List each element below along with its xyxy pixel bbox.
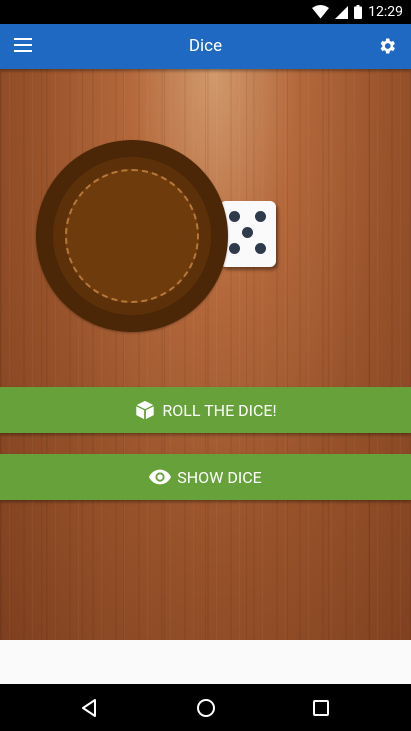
navigation-bar xyxy=(0,684,411,731)
roll-dice-button[interactable]: ROLL THE DICE! xyxy=(0,387,411,433)
die-pip xyxy=(242,227,253,238)
show-dice-button[interactable]: SHOW DICE xyxy=(0,454,411,500)
battery-icon xyxy=(354,5,363,19)
bottom-strip xyxy=(0,640,411,684)
settings-icon[interactable] xyxy=(377,36,397,56)
die-pip xyxy=(255,243,266,254)
status-icons: 12:29 xyxy=(312,0,403,24)
wifi-icon xyxy=(312,5,330,19)
die-pip xyxy=(255,211,266,222)
recents-icon[interactable] xyxy=(309,696,333,720)
show-dice-label: SHOW DICE xyxy=(177,467,262,487)
app-title: Dice xyxy=(188,36,223,56)
game-board xyxy=(0,69,411,640)
status-time: 12:29 xyxy=(368,4,403,20)
dice-cup[interactable] xyxy=(36,140,228,332)
die-pip xyxy=(229,243,240,254)
back-icon[interactable] xyxy=(78,696,102,720)
status-bar: 12:29 xyxy=(0,0,411,24)
cube-icon xyxy=(136,400,155,420)
dice-cup-inner xyxy=(65,169,199,303)
die xyxy=(220,201,276,267)
home-icon[interactable] xyxy=(194,696,218,720)
app-bar: Dice xyxy=(0,24,411,69)
eye-icon xyxy=(149,469,172,485)
die-pip xyxy=(229,211,240,222)
roll-dice-label: ROLL THE DICE! xyxy=(162,400,277,420)
signal-icon xyxy=(335,5,349,19)
dice-cup-rim xyxy=(53,157,211,315)
